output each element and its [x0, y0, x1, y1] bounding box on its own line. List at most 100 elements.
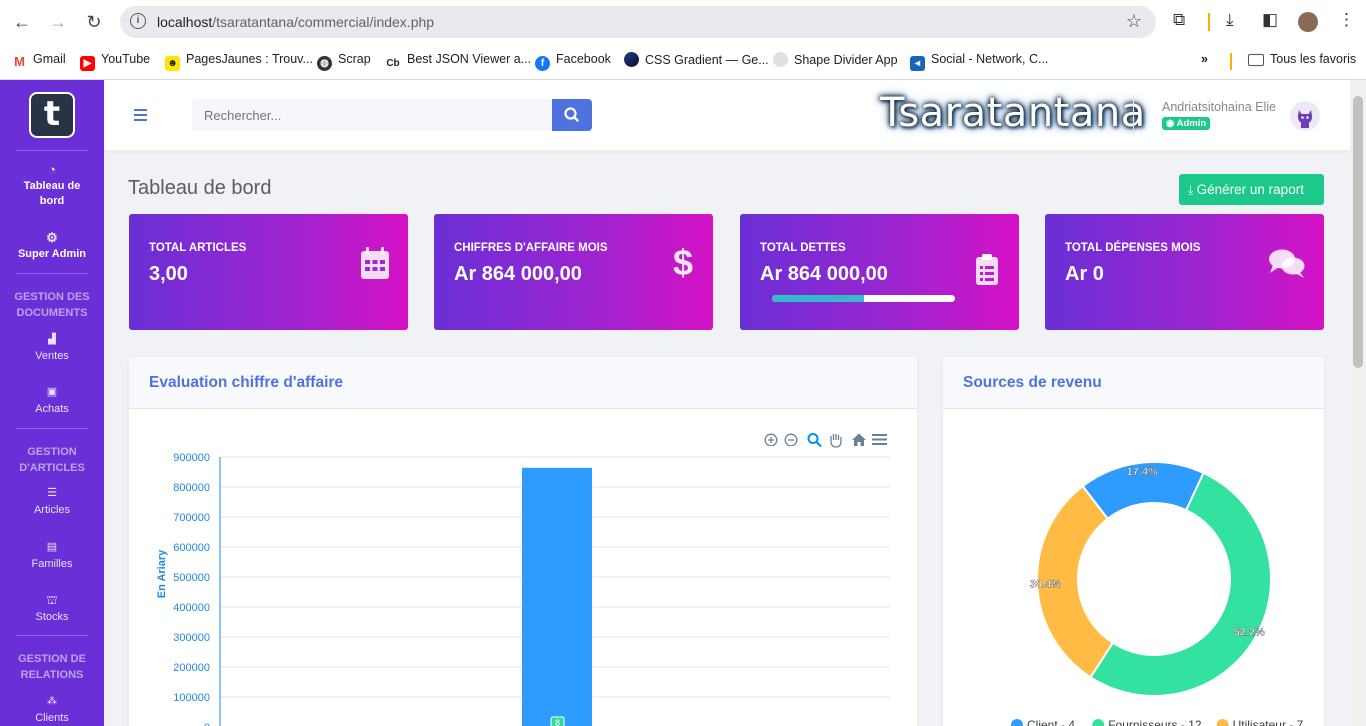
bookmark-label: Best JSON Viewer a... — [407, 52, 532, 66]
legend-marker — [1092, 719, 1105, 726]
pan-hand-icon[interactable] — [828, 432, 843, 448]
sidebar-item-label: Tableau de bord — [23, 180, 81, 207]
clipboard-icon — [976, 254, 998, 285]
bookmark-label: Social - Network, C... — [931, 52, 1049, 66]
search-input[interactable] — [192, 99, 552, 131]
chart-menu-icon[interactable] — [872, 432, 887, 446]
facebook-icon: f — [535, 56, 550, 71]
y-tick-label: 500000 — [173, 572, 210, 584]
stat-card-label: TOTAL ARTICLES — [149, 242, 247, 254]
legend-label: Utilisateur - 7 — [1233, 718, 1304, 726]
y-tick-label: 100000 — [173, 692, 210, 704]
slice-percent-label: 17.4% — [1127, 466, 1158, 478]
stat-card-debts: TOTAL DETTES Ar 864 000,00 — [740, 214, 1019, 330]
site-info-icon[interactable]: i — [130, 13, 146, 29]
bookmark-youtube[interactable]: ▶ YouTube — [80, 52, 150, 71]
search-icon — [564, 107, 579, 122]
reload-icon[interactable]: ↻ — [82, 10, 106, 34]
bookmark-gmail[interactable]: M Gmail — [12, 52, 66, 69]
sidebar-heading-articles: GESTION D'ARTICLES — [19, 446, 85, 474]
address-bar[interactable]: i localhost/tsaratantana/commercial/inde… — [120, 6, 1156, 38]
bookmark-star-icon[interactable]: ☆ — [1126, 11, 1142, 32]
back-icon[interactable]: ← — [10, 10, 34, 34]
bookmark-pagesjaunes[interactable]: ☻ PagesJaunes : Trouv... — [165, 52, 313, 71]
download-icon: ⤓ — [1188, 183, 1197, 197]
sidepanel-icon[interactable]: ◧ — [1262, 10, 1278, 30]
more-bookmarks-icon[interactable]: » — [1201, 52, 1208, 66]
sidebar-item-label: Stocks — [35, 611, 69, 623]
bookmark-css-gradient[interactable]: CSS Gradient — Ge... — [624, 52, 769, 67]
hamburger-icon[interactable] — [134, 109, 147, 124]
extensions-icon[interactable]: ⧉ — [1173, 10, 1185, 30]
bookmark-social[interactable]: ◂ Social - Network, C... — [910, 52, 1048, 71]
all-bookmarks[interactable]: Tous les favoris — [1248, 52, 1356, 66]
social-icon: ◂ — [910, 56, 925, 71]
bag-icon: ▣ — [46, 386, 58, 398]
bookmark-json-viewer[interactable]: Cb Best JSON Viewer a... — [385, 52, 531, 71]
calendar-icon — [361, 247, 389, 279]
zoom-in-icon[interactable] — [764, 432, 778, 446]
sidebar-item-ventes[interactable]: ▟ Ventes — [0, 332, 104, 364]
toolbar-divider — [1208, 13, 1210, 31]
slice-percent-label: 30.4% — [1030, 578, 1061, 590]
sidebar-heading-relations: GESTION DE RELATIONS — [18, 653, 86, 681]
bookmark-label: PagesJaunes : Trouv... — [186, 52, 313, 66]
revenue-chart-panel: Evaluation chiffre d'affaire 900000 80000… — [129, 357, 917, 726]
bookmark-facebook[interactable]: f Facebook — [535, 52, 611, 71]
bank-icon: ⛫ — [46, 593, 58, 607]
y-tick-label: 800000 — [173, 482, 210, 494]
search-button[interactable] — [552, 99, 592, 131]
url-path: /tsaratantana/commercial/index.php — [212, 14, 435, 30]
revenue-sources-title: Sources de revenu — [943, 357, 1324, 409]
bookmark-label: Gmail — [33, 52, 66, 66]
bookmarks-divider — [1230, 53, 1232, 70]
stat-card-label: TOTAL DETTES — [760, 242, 846, 254]
sidebar-item-articles[interactable]: ☰ Articles — [0, 486, 104, 518]
y-tick-label: 900000 — [173, 452, 210, 464]
revenue-sources-donut: 17.4% 52.2% 30.4% Client - 4 Fournisseurs - … — [1011, 461, 1304, 726]
sidebar-item-dashboard[interactable]: ◔ Tableau de bord — [0, 162, 104, 209]
zoom-out-icon[interactable] — [784, 432, 798, 446]
generate-report-label: Générer un raport — [1196, 182, 1304, 197]
scrollbar-thumb[interactable] — [1353, 96, 1363, 368]
stat-card-value: Ar 864 000,00 — [454, 263, 582, 285]
menu-kebab-icon[interactable]: ⋮ — [1338, 10, 1355, 30]
page-scrollbar[interactable] — [1350, 80, 1366, 726]
sidebar-divider — [16, 273, 88, 274]
bookmark-label: YouTube — [101, 52, 151, 66]
sidebar-divider — [16, 428, 88, 429]
folder-icon: ▤ — [46, 541, 58, 553]
legend-marker — [1011, 719, 1023, 726]
app-logo[interactable]: t — [29, 92, 75, 138]
sidebar-item-achats[interactable]: ▣ Achats — [0, 385, 104, 417]
bookmark-scrap[interactable]: ◍ Scrap — [317, 52, 371, 71]
download-icon[interactable]: ⤓ — [1226, 10, 1234, 30]
generate-report-button[interactable]: ⤓ Générer un raport — [1179, 174, 1324, 205]
revenue-chart-title: Evaluation chiffre d'affaire — [129, 357, 917, 409]
sidebar-item-clients[interactable]: ⁂ Clients — [0, 694, 104, 726]
avatar[interactable] — [1290, 101, 1320, 131]
gear-icon: ⚙ — [46, 230, 58, 245]
sidebar-divider — [16, 150, 88, 151]
slice-percent-label: 52.2% — [1234, 627, 1265, 639]
bookmark-shape-divider[interactable]: Shape Divider App — [773, 52, 898, 67]
profile-avatar[interactable] — [1298, 12, 1318, 32]
dashboard-icon: ◔ — [48, 162, 56, 177]
bar-data-label: 8 — [555, 718, 560, 726]
revenue-sources-panel: Sources de revenu 17.4% 52.2% 30.4% Client … — [943, 357, 1324, 726]
forward-icon[interactable]: → — [46, 10, 70, 34]
youtube-icon: ▶ — [80, 56, 95, 71]
legend-label: Client - 4 — [1027, 718, 1075, 726]
sidebar-item-label: Achats — [35, 403, 69, 415]
sidebar-item-stocks[interactable]: ⛫ Stocks — [0, 593, 104, 625]
list-icon: ☰ — [47, 487, 57, 499]
dollar-icon: $ — [672, 242, 693, 283]
sidebar-item-super-admin[interactable]: ⚙ Super Admin — [0, 230, 104, 262]
magnifier-icon[interactable] — [807, 432, 822, 447]
cb-icon: Cb — [385, 56, 401, 71]
url-host: localhost — [157, 14, 213, 30]
y-tick-label: 0 — [204, 722, 210, 726]
user-name[interactable]: Andriatsitohaina Elie — [1162, 100, 1276, 114]
sidebar-item-familles[interactable]: ▤ Familles — [0, 540, 104, 572]
home-icon[interactable] — [851, 432, 867, 447]
